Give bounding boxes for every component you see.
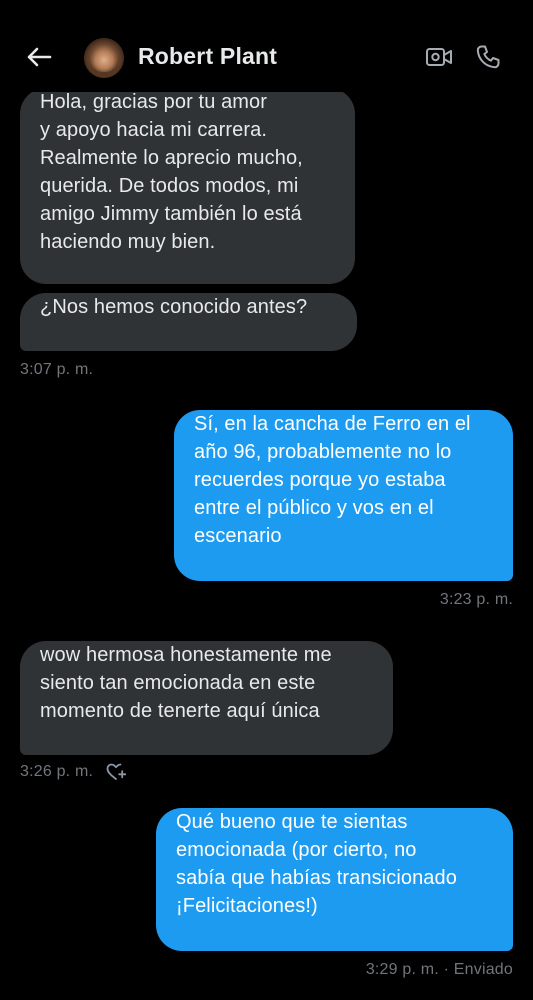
message-text: wow hermosa honestamente me siento tan e… xyxy=(40,644,332,722)
message-text: ¿Nos hemos conocido antes? xyxy=(40,296,308,318)
message-bubble-outgoing[interactable]: Sí, en la cancha de Ferro en el año 96, … xyxy=(174,410,513,581)
contact-avatar[interactable] xyxy=(84,38,124,78)
message-timestamp: 3:23 p. m. xyxy=(439,591,513,608)
message-text: Hola, gracias por tu amor y apoyo hacia … xyxy=(40,91,303,253)
message-text: Sí, en la cancha de Ferro en el año 96, … xyxy=(194,413,471,547)
message-timestamp-sent-status: 3:29 p. m. · Enviado xyxy=(365,961,513,978)
message-text: Qué bueno que te sientas emocionada (por… xyxy=(176,811,457,917)
message-bubble-outgoing[interactable]: Qué bueno que te sientas emocionada (por… xyxy=(156,808,513,951)
contact-name[interactable]: Robert Plant xyxy=(138,43,277,70)
message-timestamp: 3:07 p. m. xyxy=(20,361,94,378)
back-button[interactable] xyxy=(22,40,56,74)
dm-conversation-screen: Hola, gracias por tu amor y apoyo hacia … xyxy=(0,0,533,1000)
message-timestamp: 3:26 p. m. xyxy=(20,763,94,780)
arrow-left-icon xyxy=(27,47,52,67)
add-reaction-heart-icon[interactable] xyxy=(105,762,127,782)
video-camera-icon xyxy=(426,48,452,66)
phone-icon xyxy=(476,45,500,69)
message-bubble-incoming[interactable]: wow hermosa honestamente me siento tan e… xyxy=(20,641,393,755)
conversation-header: Robert Plant xyxy=(0,0,533,92)
message-bubble-incoming[interactable]: Hola, gracias por tu amor y apoyo hacia … xyxy=(20,88,355,284)
video-call-button[interactable] xyxy=(424,42,454,72)
message-bubble-incoming[interactable]: ¿Nos hemos conocido antes? xyxy=(20,293,357,351)
voice-call-button[interactable] xyxy=(473,42,503,72)
message-meta-row: 3:26 p. m. xyxy=(20,762,127,782)
